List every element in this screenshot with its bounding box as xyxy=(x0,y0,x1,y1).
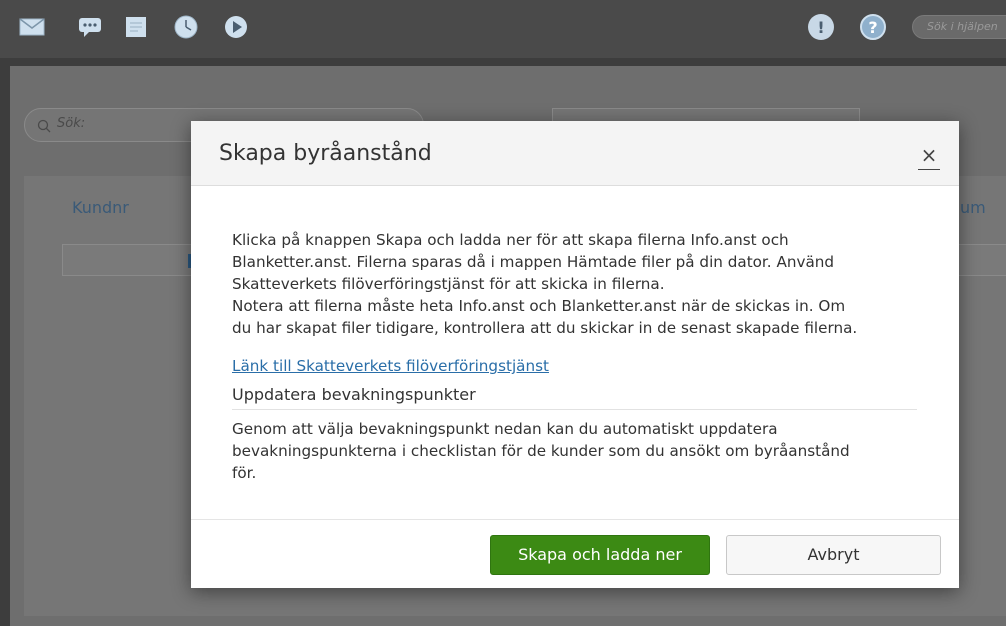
dialog-header: Skapa byråanstånd × xyxy=(191,121,959,186)
instructions-text: Klicka på knappen Skapa och ladda ner fö… xyxy=(232,231,858,337)
column-header-partial: um xyxy=(960,198,986,217)
create-and-download-button[interactable]: Skapa och ladda ner xyxy=(490,535,710,575)
help-search-input[interactable]: Sök i hjälpen xyxy=(912,15,1006,39)
dialog-footer: Skapa och ladda ner Avbryt xyxy=(191,519,959,588)
create-deferral-dialog: Skapa byråanstånd × Klicka på knappen Sk… xyxy=(191,121,959,588)
search-icon xyxy=(37,118,51,137)
clock-icon[interactable] xyxy=(172,13,200,41)
help-icon[interactable]: ? xyxy=(860,14,886,40)
top-toolbar: ! ? Sök i hjälpen xyxy=(0,0,1006,58)
notes-icon[interactable] xyxy=(122,13,150,41)
chat-icon[interactable] xyxy=(76,13,104,41)
play-icon[interactable] xyxy=(222,13,250,41)
cancel-button[interactable]: Avbryt xyxy=(726,535,941,575)
skatteverket-transfer-link[interactable]: Länk till Skatteverkets filöverföringstj… xyxy=(232,355,922,377)
alert-icon[interactable]: ! xyxy=(808,14,834,40)
dialog-body: Klicka på knappen Skapa och ladda ner fö… xyxy=(232,229,922,484)
watchpoints-description: Genom att välja bevakningspunkt nedan ka… xyxy=(232,420,850,482)
column-filter-input-right xyxy=(958,244,1006,276)
dialog-title: Skapa byråanstånd xyxy=(219,141,432,166)
column-filter-input xyxy=(62,244,192,276)
close-icon[interactable]: × xyxy=(918,145,940,167)
close-underline xyxy=(918,169,940,170)
column-header-kundnr: Kundnr xyxy=(72,198,129,217)
section-heading-update-watchpoints: Uppdatera bevakningspunkter xyxy=(232,383,917,410)
mail-icon[interactable] xyxy=(18,13,46,41)
search-label: Sök: xyxy=(57,116,86,131)
